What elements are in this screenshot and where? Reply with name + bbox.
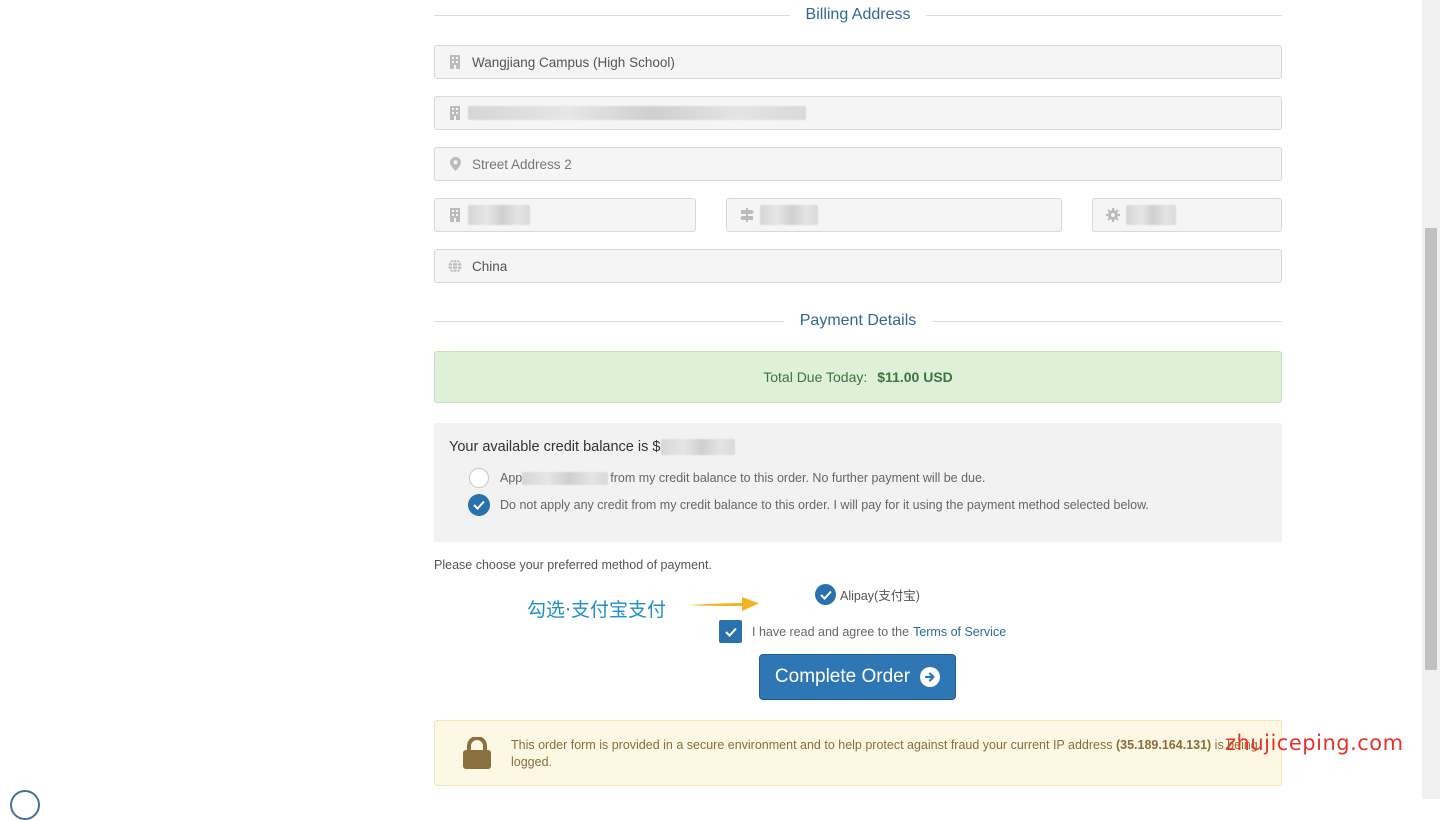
payment-details-heading: Payment Details: [799, 312, 917, 329]
gear-icon: [1106, 208, 1120, 222]
annotation-text: 勾选·支付宝支付: [527, 599, 667, 621]
building-icon: [448, 208, 462, 222]
tos-link[interactable]: Terms of Service: [913, 625, 1006, 639]
total-due-amount: $11.00 USD: [877, 369, 953, 385]
billing-address-heading: Billing Address: [805, 6, 911, 23]
street-address-2-field[interactable]: Street Address 2: [434, 147, 1282, 181]
building-icon: [448, 106, 462, 120]
redacted-city: [468, 205, 530, 225]
tos-checkbox[interactable]: [719, 620, 742, 643]
complete-order-button[interactable]: Complete Order: [759, 654, 956, 700]
site-watermark: zhujiceping.com: [1225, 731, 1404, 755]
annotation-arrow: [688, 597, 759, 611]
credit-balance-label: Your available credit balance is $: [449, 439, 661, 455]
tos-text: I have read and agree to the: [752, 624, 910, 639]
apply-credit-prefix: App: [500, 471, 523, 485]
billing-address-title: Billing Address: [434, 0, 1283, 30]
no-credit-radio[interactable]: [468, 494, 490, 516]
signpost-icon: [740, 208, 754, 222]
no-credit-label: Do not apply any credit from my credit b…: [500, 498, 1149, 512]
payment-details-title: Payment Details: [434, 306, 1282, 336]
city-field[interactable]: [434, 198, 696, 232]
building-icon: [448, 55, 462, 69]
company-name-field[interactable]: Wangjiang Campus (High School): [434, 45, 1282, 79]
choose-payment-method-text: Please choose your preferred method of p…: [434, 558, 712, 572]
page-scrollbar[interactable]: [1422, 0, 1440, 799]
credit-balance-box: Your available credit balance is $ App f…: [434, 423, 1282, 542]
street-address-2-placeholder: Street Address 2: [472, 156, 572, 172]
divider: [434, 14, 790, 16]
alipay-radio[interactable]: [815, 584, 836, 605]
ip-address: (35.189.164.131): [1115, 738, 1212, 752]
redacted-credit-amount: [661, 439, 736, 455]
postcode-field[interactable]: [1092, 198, 1282, 232]
check-icon: [473, 500, 485, 510]
check-icon: [819, 590, 832, 600]
apply-credit-option[interactable]: App from my credit balance to this order…: [469, 468, 985, 488]
redacted-state: [760, 205, 818, 225]
divider: [932, 320, 1282, 322]
arrow-circle-right-icon: [920, 667, 941, 687]
total-due-box: Total Due Today: $11.00 USD: [434, 351, 1282, 403]
redacted-credit-amount: [522, 471, 609, 485]
apply-credit-radio[interactable]: [469, 468, 489, 488]
company-name-value: Wangjiang Campus (High School): [472, 54, 675, 70]
total-due-label: Total Due Today:: [763, 369, 868, 385]
scrollbar-thumb[interactable]: [1425, 228, 1437, 670]
divider: [434, 320, 784, 322]
lock-icon: [463, 737, 491, 769]
complete-order-label: Complete Order: [774, 666, 911, 687]
no-credit-option[interactable]: Do not apply any credit from my credit b…: [468, 494, 1149, 516]
country-select[interactable]: China: [434, 249, 1282, 283]
country-value: China: [472, 258, 508, 274]
alipay-label: Alipay(支付宝): [840, 589, 920, 603]
map-marker-icon: [448, 157, 462, 171]
divider: [926, 14, 1283, 16]
tos-agreement: I have read and agree to the Terms of Se…: [719, 620, 1006, 643]
corner-widget[interactable]: [10, 790, 40, 820]
apply-credit-suffix: from my credit balance to this order. No…: [610, 471, 986, 485]
credit-balance-title: Your available credit balance is $: [449, 439, 736, 455]
redacted-street-address: [468, 106, 806, 120]
globe-icon: [448, 259, 462, 273]
secure-environment-notice: This order form is provided in a secure …: [434, 720, 1282, 786]
state-field[interactable]: [726, 198, 1062, 232]
secure-notice-text-before: This order form is provided in a secure …: [511, 738, 1113, 752]
secure-notice-text: This order form is provided in a secure …: [511, 737, 1271, 771]
street-address-1-field[interactable]: [434, 96, 1282, 130]
check-icon: [724, 627, 737, 637]
alipay-option[interactable]: Alipay(支付宝): [815, 584, 920, 605]
redacted-postcode: [1126, 205, 1176, 225]
